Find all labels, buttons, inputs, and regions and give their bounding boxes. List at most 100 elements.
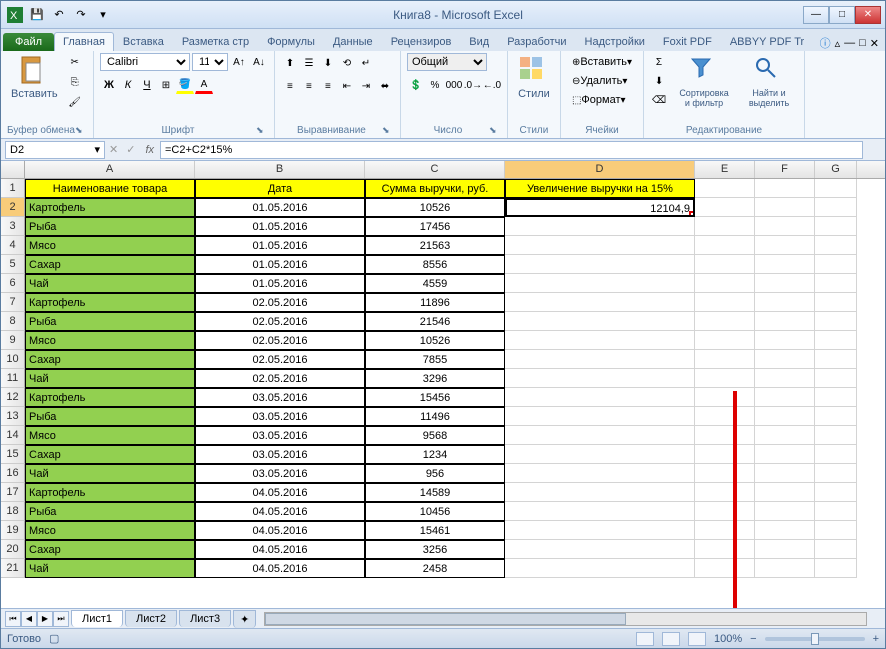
name-box[interactable]: D2▾ [5,141,105,159]
fill-handle[interactable] [689,211,695,217]
align-bottom-icon[interactable]: ⬇ [319,54,337,72]
cancel-formula-icon[interactable]: ✕ [105,143,122,156]
row-header[interactable]: 19 [1,521,25,540]
cell[interactable] [755,236,815,255]
new-sheet-icon[interactable]: ✦ [233,610,256,628]
zoom-slider[interactable] [765,637,865,641]
cell[interactable] [505,388,695,407]
column-header-D[interactable]: D [505,161,695,178]
cell[interactable] [815,255,857,274]
cell[interactable]: 21546 [365,312,505,331]
cell[interactable]: 01.05.2016 [195,217,365,236]
cell[interactable]: 04.05.2016 [195,483,365,502]
column-header-B[interactable]: B [195,161,365,178]
cell[interactable]: Увеличение выручки на 15% [505,179,695,198]
format-painter-icon[interactable]: 🖌 [66,93,84,111]
cell[interactable] [815,502,857,521]
cell[interactable] [695,521,755,540]
row-header[interactable]: 1 [1,179,25,198]
cell[interactable] [755,502,815,521]
cell[interactable] [815,274,857,293]
cell[interactable] [755,559,815,578]
decrease-decimal-icon[interactable]: ←.0 [483,76,501,94]
border-button[interactable]: ⊞ [157,76,175,94]
cell[interactable]: 10456 [365,502,505,521]
cell[interactable] [505,331,695,350]
cell[interactable] [505,559,695,578]
sheet-last-icon[interactable]: ⏭ [53,611,69,627]
cell[interactable] [815,331,857,350]
underline-button[interactable]: Ч [138,76,156,94]
cell[interactable]: 9568 [365,426,505,445]
cell[interactable]: 15456 [365,388,505,407]
sheet-tab-2[interactable]: Лист2 [125,610,177,627]
cell[interactable] [505,369,695,388]
cell[interactable]: 03.05.2016 [195,407,365,426]
cell[interactable]: Рыба [25,407,195,426]
cell[interactable]: 17456 [365,217,505,236]
cell[interactable]: Картофель [25,483,195,502]
cell[interactable]: Картофель [25,388,195,407]
cell[interactable] [695,445,755,464]
tab-foxit[interactable]: Foxit PDF [654,32,721,51]
styles-button[interactable]: Стили [514,53,554,102]
cell[interactable]: 01.05.2016 [195,274,365,293]
find-select-button[interactable]: Найти и выделить [740,53,798,110]
cell[interactable] [815,540,857,559]
horizontal-scrollbar[interactable] [264,612,867,626]
row-header[interactable]: 3 [1,217,25,236]
align-middle-icon[interactable]: ☰ [300,54,318,72]
redo-icon[interactable]: ↷ [71,5,91,25]
sheet-first-icon[interactable]: ⏮ [5,611,21,627]
sheet-next-icon[interactable]: ▶ [37,611,53,627]
cell[interactable] [815,217,857,236]
cell[interactable] [695,217,755,236]
font-size-select[interactable]: 11 [192,53,228,71]
cell[interactable] [695,331,755,350]
cell[interactable] [815,293,857,312]
tab-insert[interactable]: Вставка [114,32,173,51]
cell[interactable]: 02.05.2016 [195,350,365,369]
row-header[interactable]: 5 [1,255,25,274]
select-all-corner[interactable] [1,161,25,178]
cell[interactable]: Чай [25,559,195,578]
cell[interactable] [695,179,755,198]
decrease-font-icon[interactable]: A↓ [250,53,268,71]
row-header[interactable]: 2 [1,198,25,217]
row-header[interactable]: 12 [1,388,25,407]
increase-indent-icon[interactable]: ⇥ [357,77,375,95]
delete-cells-button[interactable]: ⊖ Удалить ▾ [567,72,632,90]
cell[interactable] [505,312,695,331]
cell[interactable]: 3256 [365,540,505,559]
copy-icon[interactable]: ⎘ [66,73,84,91]
cell[interactable] [505,445,695,464]
column-header-A[interactable]: A [25,161,195,178]
cell[interactable] [755,464,815,483]
tab-layout[interactable]: Разметка стр [173,32,258,51]
tab-home[interactable]: Главная [54,32,114,51]
cell[interactable] [505,521,695,540]
cell[interactable] [815,350,857,369]
increase-decimal-icon[interactable]: .0→ [464,76,482,94]
cell[interactable] [755,293,815,312]
doc-minimize-icon[interactable]: — [844,37,855,49]
cell[interactable]: Картофель [25,293,195,312]
row-header[interactable]: 17 [1,483,25,502]
align-top-icon[interactable]: ⬆ [281,54,299,72]
accept-formula-icon[interactable]: ✓ [122,143,139,156]
font-color-button[interactable]: A [195,76,213,94]
cell[interactable] [695,426,755,445]
wrap-text-icon[interactable]: ↵ [357,54,375,72]
column-header-E[interactable]: E [695,161,755,178]
cell[interactable]: Рыба [25,312,195,331]
cell[interactable] [755,312,815,331]
namebox-dropdown-icon[interactable]: ▾ [94,143,100,156]
cell[interactable] [505,217,695,236]
cut-icon[interactable]: ✂ [66,53,84,71]
zoom-out-icon[interactable]: − [750,633,756,645]
autosum-icon[interactable]: Σ [650,53,668,71]
number-launcher-icon[interactable]: ⬊ [489,125,501,137]
help-icon[interactable]: ⓘ [820,35,831,51]
row-header[interactable]: 18 [1,502,25,521]
cell[interactable] [695,255,755,274]
